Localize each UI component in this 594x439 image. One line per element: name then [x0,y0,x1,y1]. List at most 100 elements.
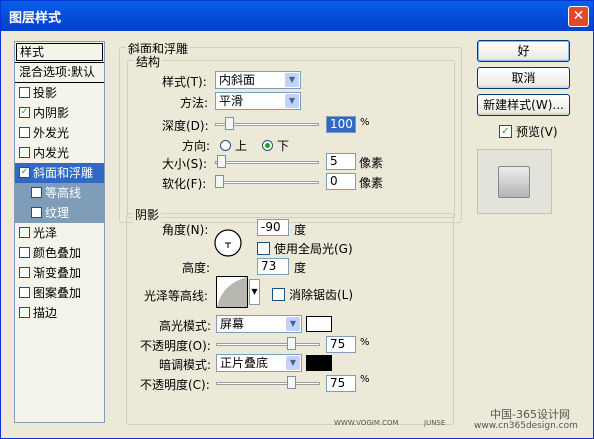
style-item-checkbox[interactable]: ✓ [19,107,30,118]
style-item[interactable]: ✓ 内阴影 [15,103,104,123]
radio-down[interactable] [262,140,273,151]
direction-up-option[interactable]: 上 [220,137,247,154]
slider-thumb[interactable] [217,155,226,168]
depth-unit: % [360,117,370,128]
technique-select[interactable]: 平滑 ▼ [215,92,301,110]
style-item[interactable]: 投影 [15,83,104,103]
altitude-input[interactable]: 73 [257,258,289,275]
altitude-label: 高度: [182,261,211,275]
blend-options-item[interactable]: 混合选项:默认 [15,62,104,83]
style-item[interactable]: 内发光 [15,143,104,163]
style-item[interactable]: 图案叠加 [15,283,104,303]
style-preview [477,149,552,214]
style-item[interactable]: 描边 [15,303,104,323]
style-item[interactable]: 外发光 [15,123,104,143]
gloss-contour-preview[interactable] [216,276,248,308]
bevel-style-value: 内斜面 [219,73,256,87]
direction-down-label: 下 [277,139,290,153]
direction-down-option[interactable]: 下 [262,137,289,154]
highlight-color-swatch[interactable] [306,316,332,332]
close-icon: ✕ [572,8,585,24]
slider-thumb[interactable] [225,117,234,130]
chevron-down-icon: ▼ [286,356,300,370]
style-item-checkbox[interactable] [19,147,30,158]
slider-thumb[interactable] [287,337,296,350]
preview-checkbox[interactable]: ✓ [499,125,512,138]
highlight-mode-label: 高光模式: [159,319,212,333]
soften-input[interactable]: 0 [326,173,356,190]
global-light-checkbox[interactable] [257,242,270,255]
style-item-label: 内发光 [33,146,70,160]
preview-option[interactable]: ✓ 预览(V) [499,123,558,140]
chevron-down-icon: ▼ [285,73,299,87]
close-button[interactable]: ✕ [568,6,589,27]
style-item-checkbox[interactable] [19,247,30,258]
highlight-mode-value: 屏幕 [220,317,245,331]
soften-unit: 像素 [359,176,384,190]
style-item-label: 纹理 [45,206,70,220]
style-item-label: 外发光 [33,126,70,140]
radio-up[interactable] [220,140,231,151]
shadow-opacity-input[interactable]: 75 [326,375,356,392]
angle-dial[interactable] [213,228,243,258]
size-slider[interactable] [215,154,319,170]
cancel-button[interactable]: 取消 [477,67,570,89]
style-item[interactable]: 光泽 [15,223,104,243]
style-item[interactable]: 纹理 [15,203,104,223]
angle-input[interactable]: -90 [257,219,289,236]
style-item-label: 光泽 [33,226,58,240]
size-label: 大小(S): [162,157,208,171]
global-light-option[interactable]: 使用全局光(G) [257,240,353,257]
chevron-down-icon: ▼ [286,317,300,331]
highlight-opacity-slider[interactable] [216,336,320,352]
highlight-opacity-unit: % [360,337,370,348]
slider-thumb[interactable] [215,175,224,188]
style-item-checkbox[interactable] [31,207,42,218]
styles-header[interactable]: 样式 [16,43,103,61]
style-item-checkbox[interactable] [19,267,30,278]
shadow-mode-select[interactable]: 正片叠底 ▼ [216,354,302,372]
slider-track [216,382,320,385]
altitude-unit: 度 [294,261,307,275]
style-item[interactable]: 渐变叠加 [15,263,104,283]
title-bar[interactable]: 图层样式 ✕ [1,1,593,31]
size-input[interactable]: 5 [326,153,356,170]
new-style-button[interactable]: 新建样式(W)... [477,94,570,116]
style-item-checkbox[interactable] [19,87,30,98]
style-item-checkbox[interactable] [19,127,30,138]
style-item-checkbox[interactable]: ✓ [19,167,30,178]
style-item[interactable]: 颜色叠加 [15,243,104,263]
highlight-mode-select[interactable]: 屏幕 ▼ [216,315,302,333]
chevron-down-icon: ▼ [251,287,258,296]
shadow-opacity-slider[interactable] [216,375,320,391]
style-item-checkbox[interactable] [19,287,30,298]
bevel-style-select[interactable]: 内斜面 ▼ [215,71,301,89]
depth-slider[interactable] [215,116,319,132]
style-item-checkbox[interactable] [19,227,30,238]
soften-slider[interactable] [215,174,319,190]
antialias-checkbox[interactable] [272,288,285,301]
slider-thumb[interactable] [287,376,296,389]
watermark-cn365: 中国-365设计网 [490,408,570,421]
technique-value: 平滑 [219,94,244,108]
style-item-checkbox[interactable] [19,307,30,318]
preview-swatch [498,166,530,198]
highlight-opacity-input[interactable]: 75 [326,336,356,353]
shadow-color-swatch[interactable] [306,355,332,371]
styles-list: 样式 混合选项:默认 投影 ✓ 内阴影 外发光 内发光 ✓ 斜面和浮雕 等高线 纹理 光泽 颜色叠加… [14,41,105,423]
style-item-label: 内阴影 [33,106,70,120]
technique-label: 方法: [180,96,209,110]
ok-button[interactable]: 好 [477,40,570,62]
size-unit: 像素 [359,156,384,170]
depth-input[interactable]: 100 [326,116,356,133]
soften-label: 软化(F): [162,177,207,191]
shadow-mode-label: 暗调模式: [159,358,212,372]
style-item[interactable]: ✓ 斜面和浮雕 [15,163,104,183]
style-item[interactable]: 等高线 [15,183,104,203]
shading-title: 阴影 [133,206,162,223]
antialias-option[interactable]: 消除锯齿(L) [272,286,353,303]
layer-style-dialog: 图层样式 ✕ 样式 混合选项:默认 投影 ✓ 内阴影 外发光 内发光 ✓ 斜面和浮雕 等高线纹… [0,0,594,439]
style-item-checkbox[interactable] [31,187,42,198]
watermark-junse: JUNSE [424,419,446,427]
gloss-contour-dropdown[interactable]: ▼ [249,279,260,305]
